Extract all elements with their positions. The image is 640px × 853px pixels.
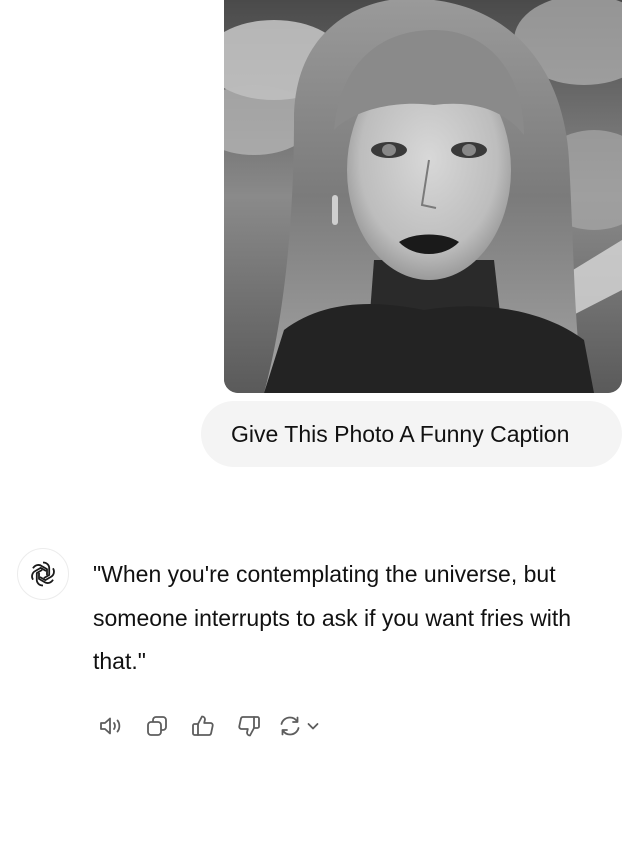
regenerate-icon	[280, 716, 300, 736]
user-message-text: Give This Photo A Funny Caption	[231, 420, 570, 447]
thumbs-up-icon	[192, 715, 214, 736]
user-image-attachment[interactable]	[224, 0, 622, 393]
message-actions-toolbar	[93, 708, 321, 744]
copy-icon	[147, 716, 167, 736]
thumbs-down-icon	[238, 716, 260, 737]
thumbs-down-button[interactable]	[231, 708, 267, 744]
speaker-icon	[100, 717, 121, 735]
assistant-message-text: "When you're contemplating the universe,…	[93, 561, 572, 674]
photo-portrait	[224, 0, 622, 393]
regenerate-button[interactable]	[277, 708, 321, 744]
assistant-avatar	[17, 548, 69, 600]
user-message-bubble: Give This Photo A Funny Caption	[201, 401, 622, 467]
thumbs-up-button[interactable]	[185, 708, 221, 744]
copy-button[interactable]	[139, 708, 175, 744]
chevron-down-icon	[307, 723, 319, 730]
openai-logo-icon	[31, 561, 55, 587]
read-aloud-button[interactable]	[93, 708, 129, 744]
